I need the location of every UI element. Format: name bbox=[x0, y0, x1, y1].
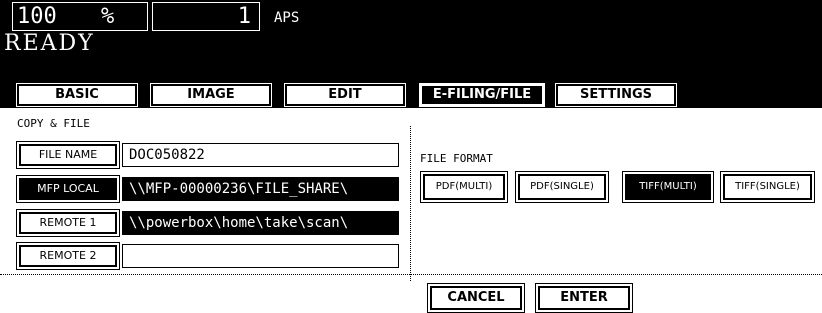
tab-image[interactable]: IMAGE bbox=[150, 83, 272, 107]
tab-settings[interactable]: SETTINGS bbox=[555, 83, 677, 107]
copy-file-panel: COPY & FILE FILE NAME DOC050822 MFP LOCA… bbox=[0, 108, 822, 313]
tiff-multi-button[interactable]: TIFF(MULTI) bbox=[622, 171, 714, 203]
machine-status: READY bbox=[4, 31, 95, 56]
file-name-field[interactable]: DOC050822 bbox=[122, 143, 399, 167]
tiff-single-button[interactable]: TIFF(SINGLE) bbox=[720, 171, 815, 203]
tab-e-filing-file[interactable]: E-FILING/FILE bbox=[419, 83, 545, 107]
tab-basic[interactable]: BASIC bbox=[16, 83, 138, 107]
pdf-single-button[interactable]: PDF(SINGLE) bbox=[515, 171, 609, 203]
enter-button[interactable]: ENTER bbox=[535, 283, 633, 313]
paper-mode-label: APS bbox=[274, 10, 300, 26]
zoom-display: 100 % bbox=[12, 2, 148, 31]
remote-2-path-field[interactable] bbox=[122, 244, 399, 268]
cancel-button[interactable]: CANCEL bbox=[427, 283, 525, 313]
tab-bar: BASIC IMAGE EDIT E-FILING/FILE SETTINGS bbox=[0, 76, 822, 108]
panel-divider bbox=[410, 126, 411, 281]
section-title: COPY & FILE bbox=[17, 117, 90, 130]
pdf-multi-button[interactable]: PDF(MULTI) bbox=[420, 171, 508, 203]
zoom-value: 100 bbox=[17, 4, 57, 29]
copies-display: 1 bbox=[152, 2, 260, 31]
file-name-button[interactable]: FILE NAME bbox=[16, 141, 120, 169]
mfp-local-path-field[interactable]: \\MFP-00000236\FILE_SHARE\ bbox=[122, 177, 399, 201]
remote-2-button[interactable]: REMOTE 2 bbox=[16, 242, 120, 270]
zoom-unit: % bbox=[101, 4, 115, 29]
tab-edit[interactable]: EDIT bbox=[284, 83, 406, 107]
mfp-local-button[interactable]: MFP LOCAL bbox=[16, 175, 120, 203]
footer-divider bbox=[0, 274, 822, 275]
file-format-label: FILE FORMAT bbox=[420, 152, 493, 165]
remote-1-path-field[interactable]: \\powerbox\home\take\scan\ bbox=[122, 211, 399, 235]
remote-1-button[interactable]: REMOTE 1 bbox=[16, 209, 120, 237]
status-bar: 100 % 1 APS READY bbox=[0, 0, 822, 76]
